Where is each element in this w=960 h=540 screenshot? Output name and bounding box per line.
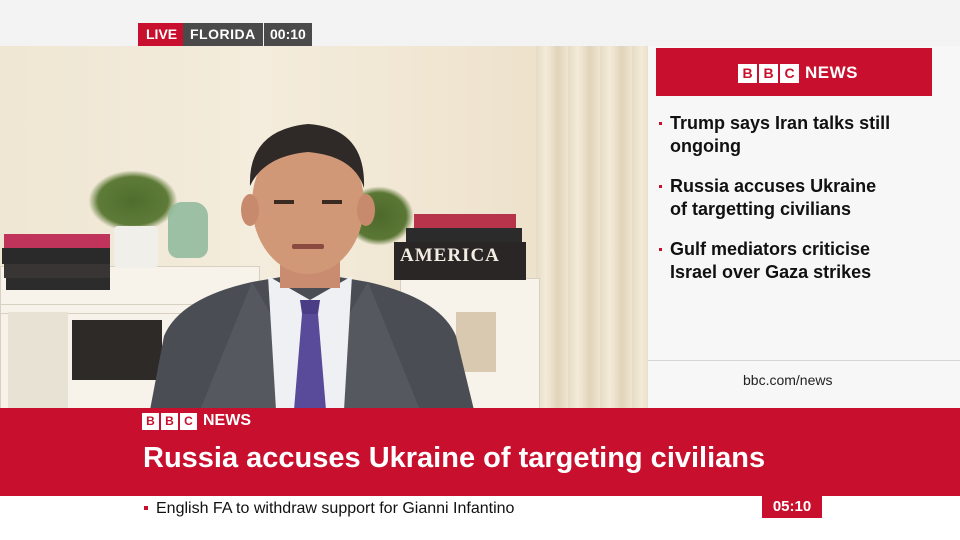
location-badge: FLORIDA [183,23,263,46]
news-sidebar: B B C NEWS Trump says Iran talks still o… [648,46,960,410]
bullet-icon [659,185,662,188]
lower-third-banner: B B C NEWS Russia accuses Ukraine of tar… [0,408,960,496]
book-stack-left [4,234,110,248]
sidebar-brand-header: B B C NEWS [656,48,932,96]
book-stack-left-3 [4,264,110,278]
logo-news-text: NEWS [805,63,858,82]
logo-news-text: NEWS [203,412,251,429]
logo-block-b1: B [142,412,159,430]
news-ticker: English FA to withdraw support for Giann… [0,496,960,540]
books-vertical-left [8,312,68,408]
ticker-text: English FA to withdraw support for Giann… [156,500,515,517]
book-stack-left-2 [2,248,110,264]
headline-text: Gulf mediators criticise Israel over Gaz… [670,239,872,280]
live-badge: LIVE [138,23,186,46]
headline-item: Russia accuses Ukraine of targetting civ… [658,175,898,221]
logo-block-c: C [180,412,197,430]
bbc-news-logo: B B C NEWS [142,412,251,430]
logo-block-c: C [780,63,799,83]
headline-item: Gulf mediators criticise Israel over Gaz… [658,238,898,280]
headline-text: Trump says Iran talks still ongoing [670,113,891,156]
headline-text: Russia accuses Ukraine of targetting civ… [670,176,877,219]
ticker-bullet-icon [144,506,148,510]
logo-block-b2: B [759,63,778,83]
video-frame: AMERICA [0,46,648,410]
curtain [536,46,648,410]
website-url: bbc.com/news [743,372,833,388]
headline-list: Trump says Iran talks still ongoing Russ… [658,112,898,280]
bullet-icon [659,122,662,125]
headline-item: Trump says Iran talks still ongoing [658,112,898,158]
sidebar-divider [648,360,960,361]
ticker-clock: 05:10 [762,496,822,518]
presenter [150,124,474,410]
bbc-news-logo: B B C NEWS [738,63,858,83]
main-headline: Russia accuses Ukraine of targeting civi… [143,442,766,474]
clock-badge: 00:10 [264,23,312,46]
top-status-strip: LIVE FLORIDA 00:10 [0,0,960,46]
bullet-icon [659,248,662,251]
logo-block-b2: B [161,412,178,430]
book-stack-left-4 [6,278,110,290]
logo-block-b1: B [738,63,757,83]
